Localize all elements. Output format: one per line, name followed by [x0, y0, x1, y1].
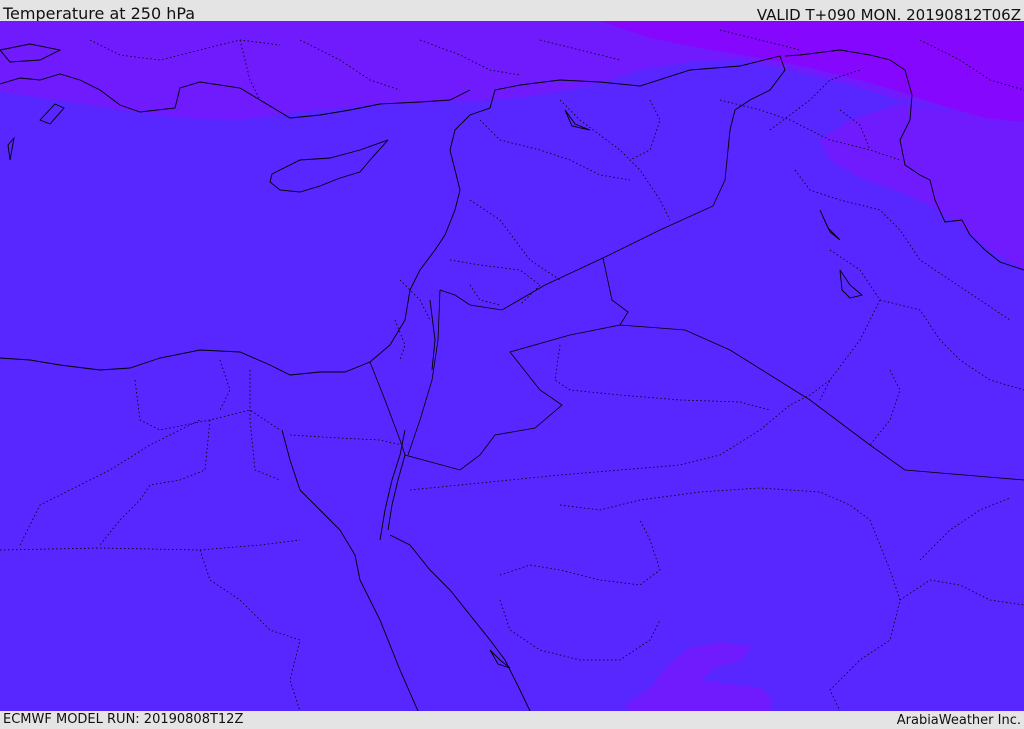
model-run-label: ECMWF MODEL RUN: 20190808T12Z — [3, 712, 244, 727]
header-bar: Temperature at 250 hPa VALID T+090 MON. … — [0, 0, 1024, 24]
credit-label: ArabiaWeather Inc. — [896, 713, 1021, 728]
map-area — [0, 21, 1024, 711]
footer-bar: ECMWF MODEL RUN: 20190808T12Z ArabiaWeat… — [0, 711, 1024, 729]
